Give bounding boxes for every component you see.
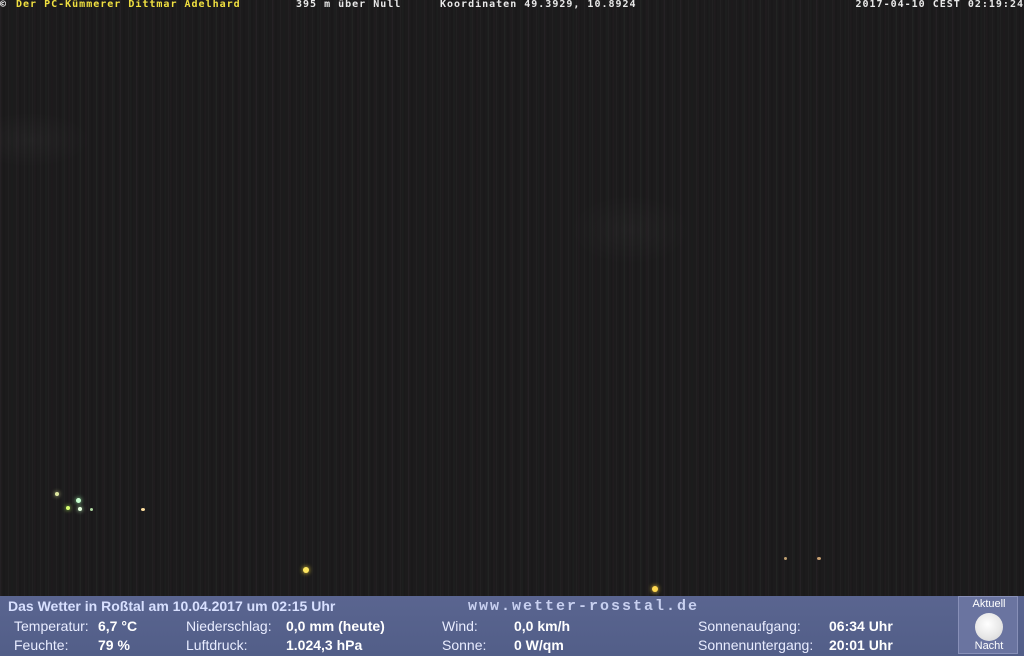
distant-light bbox=[817, 557, 821, 560]
precipitation-label: Niederschlag: bbox=[186, 618, 272, 634]
sunset-label: Sonnenuntergang: bbox=[698, 637, 814, 653]
coordinates-text: Koordinaten 49.3929, 10.8924 bbox=[440, 0, 637, 10]
camera-info-overlay: © Der PC-Kümmerer Dittmar Adelhard 395 m… bbox=[0, 0, 1024, 12]
moon-phase-box: Aktuell Nacht bbox=[958, 596, 1018, 654]
sun-value: 0 W/qm bbox=[514, 637, 564, 653]
humidity-label: Feuchte: bbox=[14, 637, 69, 653]
sun-label: Sonne: bbox=[442, 637, 487, 653]
distant-light bbox=[652, 586, 658, 592]
moon-bottom-label: Nacht bbox=[974, 640, 1004, 652]
moon-top-label: Aktuell bbox=[972, 598, 1006, 610]
sunrise-value: 06:34 Uhr bbox=[829, 618, 893, 634]
copyright-symbol: © bbox=[0, 0, 8, 10]
distant-light bbox=[303, 567, 309, 573]
distant-light bbox=[90, 508, 93, 511]
full-moon-icon bbox=[975, 613, 1003, 641]
wind-label: Wind: bbox=[442, 618, 478, 634]
distant-light bbox=[76, 498, 81, 503]
humidity-value: 79 % bbox=[98, 637, 130, 653]
distant-light bbox=[66, 506, 70, 510]
pressure-value: 1.024,3 hPa bbox=[286, 637, 363, 653]
distant-light bbox=[55, 492, 59, 496]
precipitation-value: 0,0 mm (heute) bbox=[286, 618, 385, 634]
temperature-value: 6,7 °C bbox=[98, 618, 138, 634]
weather-info-bar: Das Wetter in Roßtal am 10.04.2017 um 02… bbox=[0, 596, 1024, 656]
wind-value: 0,0 km/h bbox=[514, 618, 571, 634]
weather-title: Das Wetter in Roßtal am 10.04.2017 um 02… bbox=[8, 598, 336, 614]
altitude-text: 395 m über Null bbox=[296, 0, 402, 10]
distant-light bbox=[784, 557, 787, 560]
sunrise-label: Sonnenaufgang: bbox=[698, 618, 801, 634]
website-url: www.wetter-rosstal.de bbox=[468, 598, 700, 615]
distant-light bbox=[141, 508, 145, 511]
pressure-label: Luftdruck: bbox=[186, 637, 248, 653]
sunset-value: 20:01 Uhr bbox=[829, 637, 893, 653]
distant-light bbox=[78, 507, 82, 511]
temperature-label: Temperatur: bbox=[14, 618, 89, 634]
timestamp-text: 2017-04-10 CEST 02:19:24 bbox=[855, 0, 1024, 10]
owner-name: Der PC-Kümmerer Dittmar Adelhard bbox=[16, 0, 241, 10]
webcam-image bbox=[0, 0, 1024, 596]
